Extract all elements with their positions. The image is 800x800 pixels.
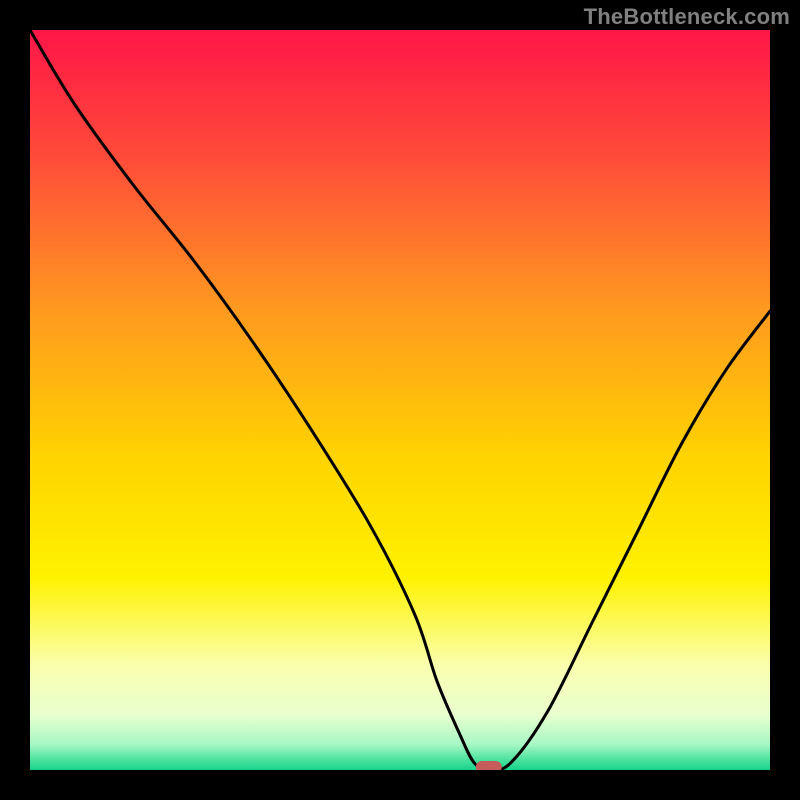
chart-background bbox=[30, 30, 770, 770]
bottleneck-chart bbox=[30, 30, 770, 770]
optimal-marker bbox=[476, 761, 502, 770]
chart-frame: TheBottleneck.com bbox=[0, 0, 800, 800]
attribution-label: TheBottleneck.com bbox=[584, 4, 790, 30]
